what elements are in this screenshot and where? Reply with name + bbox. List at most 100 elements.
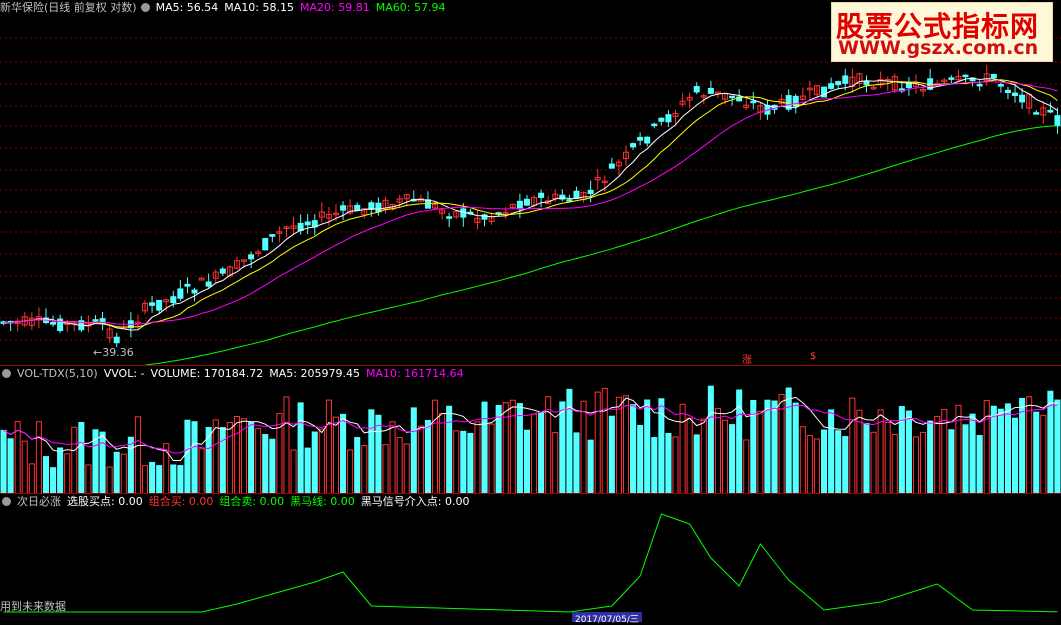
volume-bar [1004, 403, 1011, 494]
ma20-line [3, 81, 1058, 325]
indicator-chart[interactable] [0, 494, 1061, 620]
candle-body [57, 318, 64, 332]
candle-body [340, 205, 347, 211]
volume-panel[interactable]: VOL-TDX(5,10) VVOL: - VOLUME: 170184.72 MA5… [0, 365, 1061, 494]
ma10-line [3, 79, 1058, 328]
volume-bar [368, 409, 375, 494]
volume-bar [127, 436, 134, 494]
volume-bar [983, 400, 990, 494]
volume-bar [771, 400, 778, 494]
volume-bar [446, 405, 453, 494]
volume-bar [467, 432, 474, 494]
volume-bar [318, 428, 325, 494]
settings-circle-icon[interactable] [2, 369, 11, 378]
volume-bar [637, 424, 644, 494]
volume-bar [0, 429, 7, 494]
candle-body [828, 83, 835, 89]
volume-bar [177, 465, 184, 494]
volume-bar [870, 431, 877, 494]
volume-bar [622, 395, 630, 494]
volume-bar [474, 421, 481, 494]
volume-bar [226, 422, 233, 494]
volume-bar [509, 399, 516, 494]
volume-bar [410, 407, 417, 494]
volume-bar [813, 438, 821, 494]
volume-bar [1040, 414, 1047, 494]
candle-body [219, 268, 226, 274]
volume-bar [566, 388, 573, 494]
volume-bar [821, 429, 828, 494]
ma5-label: MA5: 56.54 [155, 1, 219, 14]
volume-bar [453, 430, 460, 494]
volume-bar [587, 439, 594, 494]
volume-bar [255, 428, 262, 494]
site-watermark: 股票公式指标网 WWW.gszx.com.cn [831, 2, 1053, 62]
volume-bar [863, 422, 870, 494]
volume-bar [990, 405, 997, 494]
volume-bar [785, 387, 792, 494]
volume-bar [729, 424, 736, 494]
candle-body [113, 336, 120, 344]
indicator-panel[interactable]: 次日必涨 选股买点: 0.00 组合买: 0.00 组合卖: 0.00 黑马线: 0.0… [0, 493, 1061, 620]
volume-bar [170, 464, 177, 494]
candle-body [354, 204, 361, 211]
candle-body [573, 190, 580, 199]
volume-bar [361, 444, 368, 494]
candle-body [156, 299, 163, 311]
candle-body [990, 73, 997, 79]
vvol-label: VVOL: - [103, 367, 145, 380]
volume-bar [601, 387, 608, 494]
volume-bar [948, 429, 955, 494]
candle-body [149, 302, 156, 306]
volume-bar [233, 415, 240, 494]
volume-bar [21, 440, 28, 494]
volume-bar [891, 434, 898, 494]
volume-bar [849, 397, 856, 494]
volume-bar [198, 448, 205, 494]
candle-body [1019, 94, 1026, 103]
candle-body [191, 289, 198, 294]
candle-body [835, 81, 842, 86]
candle-body [1047, 109, 1054, 113]
watermark-url: WWW.gszx.com.cn [838, 37, 1039, 59]
volume-bar [212, 419, 219, 494]
ma20-label: MA20: 59.81 [300, 1, 370, 14]
volume-bar [134, 416, 141, 494]
volume-bar [14, 421, 21, 494]
vol-title: VOL-TDX(5,10) [17, 367, 98, 380]
volume-bar [431, 399, 439, 494]
volume-bar [7, 438, 14, 494]
volume-bar [743, 439, 750, 494]
volume-bar [531, 413, 538, 494]
candle-body [707, 87, 714, 94]
volume-bar [276, 412, 283, 494]
volume-bar [35, 421, 42, 494]
candle-body [644, 136, 651, 144]
volume-bar [283, 396, 290, 494]
volume-bar [325, 399, 332, 494]
candle-body [205, 281, 212, 287]
volume-bar [693, 434, 700, 494]
ma10-label: MA10: 58.15 [224, 1, 295, 14]
volume-chart[interactable] [0, 366, 1061, 494]
volume-bar [516, 403, 523, 494]
future-data-note: 用到未来数据 [0, 600, 66, 613]
volume-bar [375, 414, 382, 494]
candle-body [516, 200, 523, 210]
settings-circle-icon[interactable] [2, 497, 11, 506]
volume-bar [85, 464, 92, 494]
volume-bar [686, 417, 693, 494]
volume-bar [141, 465, 149, 494]
volume-bar [1011, 417, 1019, 494]
volume-bar [382, 444, 389, 494]
volume-bar [191, 421, 198, 494]
settings-circle-icon[interactable] [140, 3, 150, 12]
volume-bar [311, 431, 318, 494]
volume-bar [523, 429, 531, 494]
volume-bar [488, 423, 495, 494]
volume-bar [269, 438, 276, 494]
volume-bar [630, 404, 637, 494]
candle-body [651, 123, 658, 127]
volume-bar [156, 465, 163, 494]
volume-bar [997, 408, 1004, 494]
